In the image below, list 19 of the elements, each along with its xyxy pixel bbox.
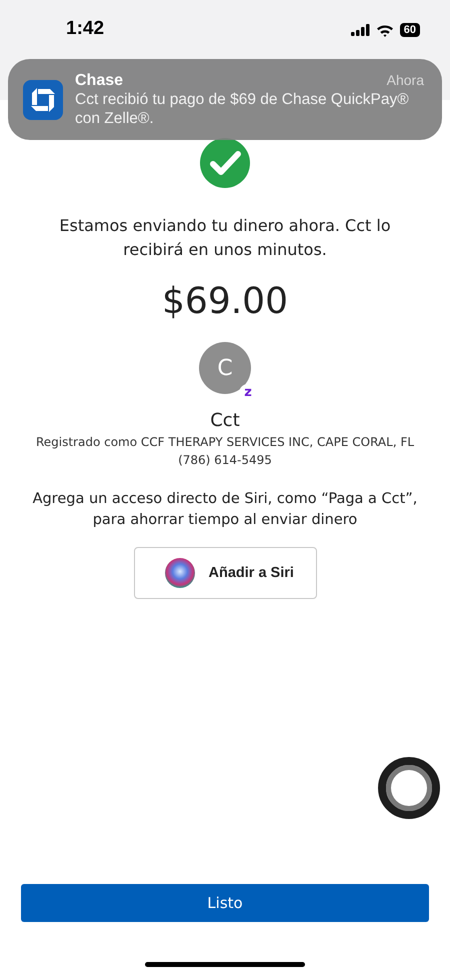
app-icon bbox=[23, 80, 63, 120]
payment-amount: $69.00 bbox=[162, 280, 288, 324]
siri-icon bbox=[164, 558, 194, 588]
add-to-siri-button[interactable]: Añadir a Siri bbox=[134, 547, 316, 599]
siri-hint-text: Agrega un acceso directo de Siri, como “Paga a Cct”, para ahorrar tiempo al enviar dinero bbox=[32, 490, 418, 530]
notification-banner[interactable]: Chase Ahora Cct recibió tu pago de $69 de Chase QuickPay® con Zelle®. bbox=[8, 59, 442, 140]
recipient-phone: (786) 614-5495 bbox=[178, 453, 272, 467]
signal-icon bbox=[350, 24, 370, 36]
wifi-icon bbox=[376, 24, 394, 36]
success-check-icon bbox=[200, 138, 250, 188]
battery-icon: 60 bbox=[400, 23, 420, 37]
recipient-name: Cct bbox=[210, 410, 240, 431]
notification-message: Cct recibió tu pago de $69 de Chase QuickPay® con Zelle®. bbox=[75, 90, 410, 128]
done-button[interactable]: Listo bbox=[21, 884, 429, 922]
status-time: 1:42 bbox=[66, 18, 104, 40]
registered-text: Registrado como CCF THERAPY SERVICES INC, CAPE CORAL, FL bbox=[36, 435, 414, 449]
notification-time: Ahora bbox=[386, 72, 424, 88]
confirmation-message: Estamos enviando tu dinero ahora. Cct lo recibirá en unos minutos. bbox=[58, 215, 392, 261]
notification-app-name: Chase bbox=[75, 72, 124, 90]
